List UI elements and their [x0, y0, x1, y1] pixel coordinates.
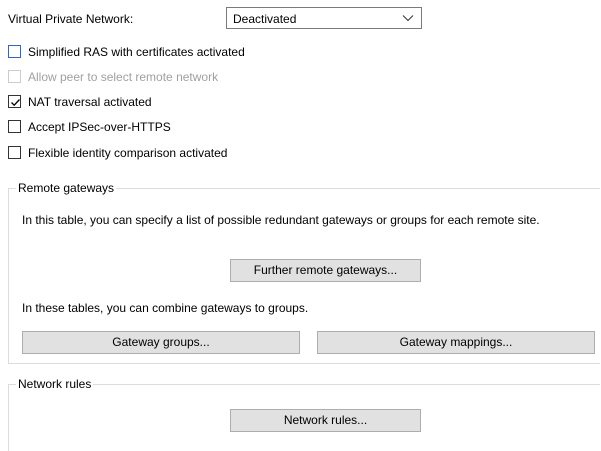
- gateway-groups-button[interactable]: Gateway groups...: [22, 331, 300, 354]
- checkbox-box[interactable]: [8, 95, 21, 108]
- checkbox-label: Allow peer to select remote network: [28, 70, 219, 84]
- network-rules-button[interactable]: Network rules...: [230, 409, 421, 432]
- checkbox-box[interactable]: [8, 120, 21, 133]
- checkmark-icon: [11, 99, 20, 107]
- checkbox-box[interactable]: [8, 70, 21, 83]
- checkbox-label: Accept IPSec-over-HTTPS: [28, 120, 171, 134]
- gateway-mappings-button[interactable]: Gateway mappings...: [317, 331, 595, 354]
- remote-gateways-group-border-bottom: [8, 363, 600, 364]
- network-rules-group-border-left: [8, 384, 9, 451]
- vpn-select-value: Deactivated: [233, 12, 297, 26]
- checkbox-box[interactable]: [8, 146, 21, 159]
- checkbox-box[interactable]: [8, 45, 21, 58]
- gateway-groups-description: In these tables, you can combine gateway…: [22, 301, 309, 315]
- chevron-down-icon: [402, 12, 414, 24]
- further-remote-gateways-button[interactable]: Further remote gateways...: [230, 259, 421, 282]
- network-rules-title: Network rules: [16, 376, 94, 392]
- remote-gateways-group-border-left: [8, 188, 9, 364]
- vpn-select[interactable]: Deactivated: [226, 7, 422, 29]
- vpn-label: Virtual Private Network:: [8, 12, 134, 26]
- remote-gateways-description: In this table, you can specify a list of…: [22, 213, 540, 227]
- checkbox-label: NAT traversal activated: [28, 95, 152, 109]
- checkbox-label: Flexible identity comparison activated: [28, 146, 228, 160]
- network-rules-group-border-top: [8, 384, 600, 385]
- checkbox-label: Simplified RAS with certificates activat…: [28, 45, 245, 59]
- remote-gateways-title: Remote gateways: [16, 180, 117, 196]
